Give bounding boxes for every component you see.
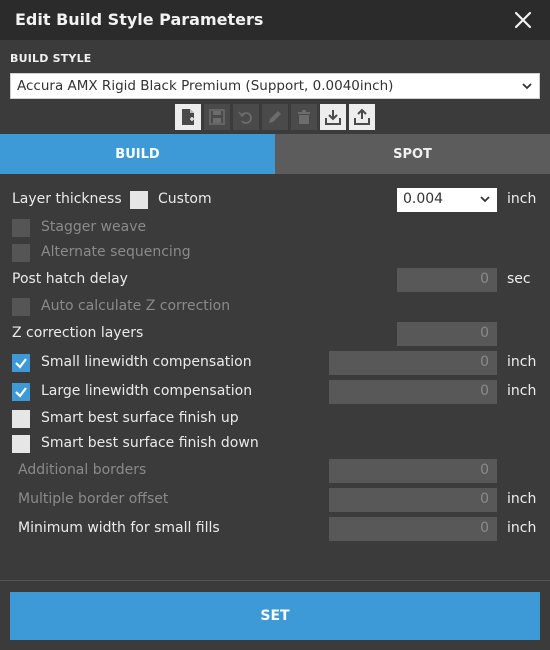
- z-correction-layers-label: Z correction layers: [12, 325, 144, 341]
- additional-borders-input[interactable]: 0: [329, 459, 497, 483]
- stagger-weave-label: Stagger weave: [41, 219, 147, 235]
- post-hatch-delay-unit: sec: [507, 271, 531, 287]
- layer-thickness-value: 0.004: [403, 191, 444, 207]
- chevron-down-icon: [521, 80, 533, 96]
- undo-icon[interactable]: [233, 104, 259, 130]
- multiple-border-offset-label: Multiple border offset: [18, 491, 169, 507]
- small-linewidth-input[interactable]: 0: [329, 351, 497, 375]
- alternate-sequencing-checkbox[interactable]: [12, 244, 30, 262]
- min-width-small-fills-input[interactable]: 0: [329, 517, 497, 541]
- multiple-border-offset-row: Multiple border offset 0 inch: [0, 488, 550, 512]
- save-icon[interactable]: [204, 104, 230, 130]
- auto-calc-z-row: Auto calculate Z correction: [0, 295, 550, 319]
- multiple-border-offset-unit: inch: [507, 491, 537, 507]
- export-icon[interactable]: [349, 104, 375, 130]
- z-correction-layers-input[interactable]: 0: [397, 322, 497, 346]
- min-width-small-fills-label: Minimum width for small fills: [18, 520, 220, 536]
- post-hatch-delay-label: Post hatch delay: [12, 271, 128, 287]
- title-bar: Edit Build Style Parameters: [0, 0, 550, 40]
- layer-thickness-unit: inch: [507, 191, 537, 207]
- smart-up-checkbox[interactable]: [12, 410, 30, 428]
- close-icon[interactable]: [512, 9, 534, 31]
- small-linewidth-checkbox[interactable]: [12, 354, 30, 372]
- min-width-small-fills-row: Minimum width for small fills 0 inch: [0, 517, 550, 541]
- post-hatch-delay-input[interactable]: 0: [397, 268, 497, 292]
- large-linewidth-checkbox[interactable]: [12, 383, 30, 401]
- delete-icon[interactable]: [291, 104, 317, 130]
- alternate-sequencing-label: Alternate sequencing: [41, 244, 191, 260]
- build-style-selected: Accura AMX Rigid Black Premium (Support,…: [17, 78, 394, 94]
- new-file-icon[interactable]: [175, 104, 201, 130]
- post-hatch-delay-row: Post hatch delay 0 sec: [0, 268, 550, 292]
- dialog-title: Edit Build Style Parameters: [15, 10, 264, 29]
- min-width-small-fills-unit: inch: [507, 520, 537, 536]
- layer-thickness-select[interactable]: 0.004: [397, 188, 497, 212]
- chevron-down-icon: [479, 193, 491, 209]
- tab-build[interactable]: BUILD: [0, 134, 275, 174]
- smart-down-label: Smart best surface finish down: [41, 435, 259, 451]
- build-style-select[interactable]: Accura AMX Rigid Black Premium (Support,…: [10, 73, 540, 99]
- alternate-sequencing-row: Alternate sequencing: [0, 241, 550, 265]
- additional-borders-row: Additional borders 0: [0, 459, 550, 483]
- checkmark-icon: [15, 358, 27, 369]
- build-style-label: BUILD STYLE: [10, 52, 92, 65]
- auto-calc-z-checkbox[interactable]: [12, 298, 30, 316]
- large-linewidth-input[interactable]: 0: [329, 380, 497, 404]
- multiple-border-offset-input[interactable]: 0: [329, 488, 497, 512]
- large-linewidth-label: Large linewidth compensation: [41, 383, 253, 399]
- small-linewidth-row: Small linewidth compensation 0 inch: [0, 351, 550, 375]
- edit-icon[interactable]: [262, 104, 288, 130]
- set-button[interactable]: SET: [10, 592, 540, 640]
- import-icon[interactable]: [320, 104, 346, 130]
- tab-bar: BUILD SPOT: [0, 134, 550, 174]
- large-linewidth-unit: inch: [507, 383, 537, 399]
- smart-up-row: Smart best surface finish up: [0, 407, 550, 431]
- tab-spot[interactable]: SPOT: [275, 134, 550, 174]
- smart-up-label: Smart best surface finish up: [41, 410, 239, 426]
- checkmark-icon: [15, 387, 27, 398]
- footer-divider: [0, 580, 550, 581]
- custom-label: Custom: [158, 191, 212, 207]
- layer-thickness-label: Layer thickness: [12, 191, 122, 207]
- small-linewidth-unit: inch: [507, 354, 537, 370]
- smart-down-row: Smart best surface finish down: [0, 432, 550, 456]
- z-correction-layers-row: Z correction layers 0: [0, 322, 550, 346]
- auto-calc-z-label: Auto calculate Z correction: [41, 298, 231, 314]
- layer-thickness-row: Layer thickness Custom 0.004 inch: [0, 188, 550, 212]
- stagger-weave-row: Stagger weave: [0, 216, 550, 240]
- smart-down-checkbox[interactable]: [12, 435, 30, 453]
- small-linewidth-label: Small linewidth compensation: [41, 354, 252, 370]
- stagger-weave-checkbox[interactable]: [12, 219, 30, 237]
- style-toolbar: [175, 104, 375, 130]
- additional-borders-label: Additional borders: [18, 462, 147, 478]
- large-linewidth-row: Large linewidth compensation 0 inch: [0, 380, 550, 404]
- custom-checkbox[interactable]: [130, 191, 148, 209]
